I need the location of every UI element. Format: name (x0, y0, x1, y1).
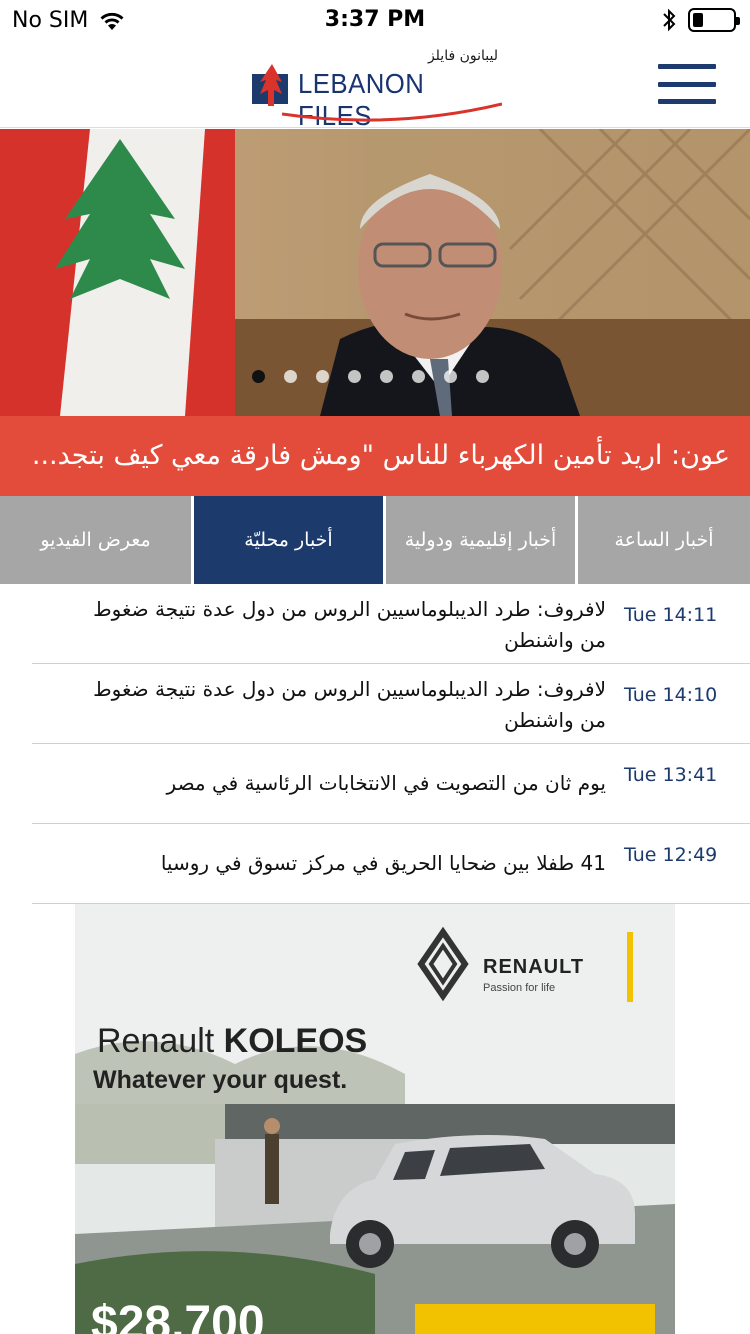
ad-title: Renault KOLEOS (97, 1022, 367, 1061)
ad-title-prefix: Renault (97, 1022, 215, 1060)
news-time: Tue 14:10 (624, 684, 718, 706)
status-right (662, 8, 740, 32)
carousel-dot[interactable] (251, 370, 265, 383)
ad-background (75, 904, 675, 1334)
news-title: لافروف: طرد الديبلوماسيين الروس من دول ع… (93, 677, 606, 732)
carousel-dot[interactable] (315, 370, 329, 383)
carousel-dot[interactable] (443, 370, 457, 383)
logo-arabic-text: ليبانون فايلز (427, 48, 498, 64)
ad-tagline: Passion for life (483, 982, 556, 994)
battery-icon (688, 8, 740, 32)
ad-title-model: KOLEOS (223, 1022, 368, 1060)
lebanon-files-logo[interactable]: ليبانون فايلز LEBANON FILES (252, 46, 502, 131)
carousel-dot[interactable] (411, 370, 425, 383)
news-title: 41 طفلا بين ضحايا الحريق في مركز تسوق في… (160, 851, 606, 875)
tab-regional-international-news[interactable]: أخبار إقليمية ودولية (386, 496, 575, 584)
app-header: ليبانون فايلز LEBANON FILES (0, 40, 750, 131)
news-title: لافروف: طرد الديبلوماسيين الروس من دول ع… (93, 597, 606, 652)
news-time: Tue 14:11 (624, 604, 718, 626)
carousel-dots (0, 370, 750, 383)
carousel-dot[interactable] (283, 370, 297, 383)
menu-bar-icon (658, 99, 716, 104)
ad-subtitle: Whatever your quest. (93, 1066, 348, 1094)
news-item[interactable]: Tue 12:49 41 طفلا بين ضحايا الحريق في مر… (32, 824, 750, 904)
logo-text: LEBANON FILES (298, 68, 425, 131)
logo-swoosh-icon (282, 102, 502, 122)
news-time: Tue 12:49 (624, 844, 718, 866)
menu-bar-icon (658, 64, 716, 69)
tab-video-gallery[interactable]: معرض الفيديو (0, 496, 191, 584)
bluetooth-icon (663, 8, 676, 32)
status-time: 3:37 PM (324, 7, 426, 32)
renault-ad-banner[interactable]: RENAULT Passion for life Renault KOLEOS … (75, 904, 675, 1334)
menu-button[interactable] (658, 64, 716, 104)
news-time: Tue 13:41 (624, 764, 718, 786)
carousel-dot[interactable] (347, 370, 361, 383)
news-item[interactable]: Tue 14:11 لافروف: طرد الديبلوماسيين الرو… (32, 584, 750, 664)
news-title: يوم ثان من التصويت في الانتخابات الرئاسي… (166, 771, 606, 795)
ad-price: $28,700 (91, 1297, 265, 1334)
tab-hourly-news[interactable]: أخبار الساعة (578, 496, 750, 584)
news-item[interactable]: Tue 13:41 يوم ثان من التصويت في الانتخاب… (32, 744, 750, 824)
carousel-dot[interactable] (379, 370, 393, 383)
news-item[interactable]: Tue 14:10 لافروف: طرد الديبلوماسيين الرو… (32, 664, 750, 744)
news-list: Tue 14:11 لافروف: طرد الديبلوماسيين الرو… (32, 584, 750, 904)
tab-local-news[interactable]: أخبار محليّة (194, 496, 383, 584)
ad-accent-bar (627, 932, 633, 1002)
ad-cta-bar[interactable] (415, 1304, 655, 1334)
menu-bar-icon (658, 81, 716, 87)
ad-brand: RENAULT (483, 956, 585, 978)
headline-banner[interactable]: عون: اريد تأمين الكهرباء للناس "ومش فارق… (0, 416, 750, 496)
category-tabs: معرض الفيديو أخبار محليّة أخبار إقليمية … (0, 496, 750, 584)
carousel-dot[interactable] (475, 370, 489, 383)
status-bar: No SIM 3:37 PM (0, 0, 750, 40)
